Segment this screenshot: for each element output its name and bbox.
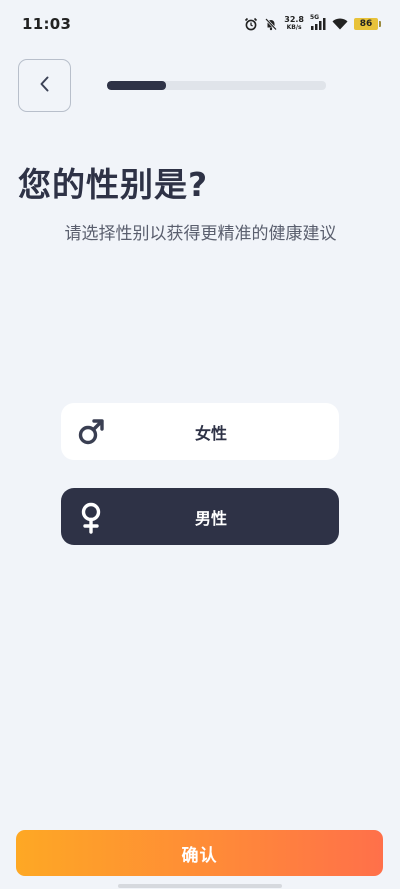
option-male[interactable]: 男性	[61, 488, 339, 545]
net-speed-unit: KB/s	[286, 24, 302, 31]
net-speed-value: 32.8	[284, 15, 304, 24]
net-speed: 32.8 KB/s	[284, 16, 304, 32]
page-subtitle: 请选择性别以获得更精准的健康建议	[64, 224, 337, 244]
network-type: 5G	[310, 14, 320, 21]
chevron-left-icon	[38, 75, 52, 97]
signal-icon: 5G	[310, 14, 326, 30]
progress-bar	[107, 81, 326, 90]
confirm-button[interactable]: 确认	[16, 830, 383, 876]
female-symbol-icon	[78, 502, 104, 538]
page-title: 您的性别是?	[18, 165, 209, 204]
male-symbol-icon	[78, 417, 106, 451]
battery-level: 86	[359, 19, 373, 29]
wifi-icon	[332, 18, 348, 30]
progress-fill	[107, 81, 167, 90]
option-female[interactable]: 女性	[61, 403, 339, 460]
home-indicator[interactable]	[118, 884, 282, 888]
mute-icon	[264, 17, 278, 31]
status-icons: 32.8 KB/s 5G 86	[244, 14, 381, 32]
status-bar: 11:03 32.8 KB/s 5G 86	[0, 0, 400, 48]
back-button[interactable]	[18, 59, 71, 112]
battery-icon: 86	[354, 18, 381, 30]
alarm-icon	[244, 17, 258, 31]
status-time: 11:03	[22, 15, 72, 33]
